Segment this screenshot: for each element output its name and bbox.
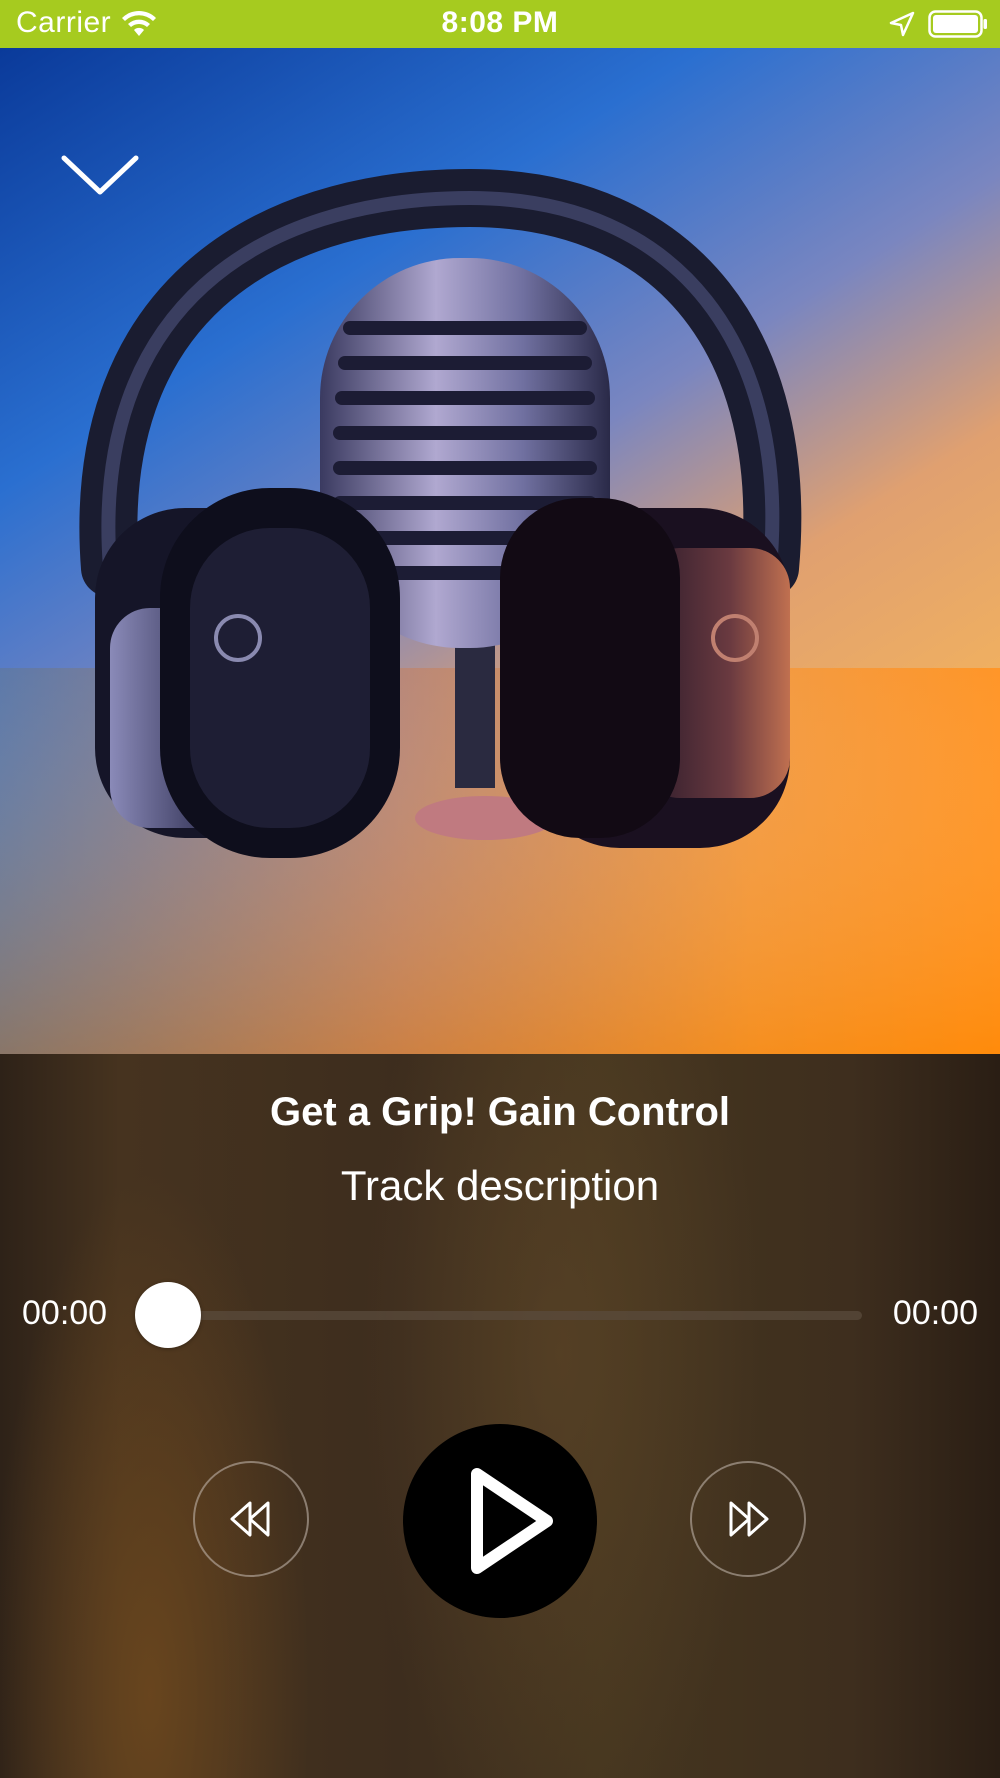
play-button[interactable]: [403, 1424, 597, 1618]
headphones-microphone-artwork: [0, 48, 1000, 1054]
chevron-down-icon[interactable]: [56, 144, 144, 208]
status-time: 8:08 PM: [441, 6, 559, 39]
elapsed-time: 00:00: [22, 1294, 108, 1332]
track-description: Track description: [340, 1162, 660, 1209]
album-artwork: [0, 48, 1000, 1054]
rewind-button[interactable]: [193, 1461, 309, 1577]
status-bar: Carrier 8:08 PM: [0, 0, 1000, 48]
progress-slider[interactable]: [168, 1311, 862, 1320]
progress-thumb[interactable]: [135, 1282, 201, 1348]
play-icon: [471, 1468, 553, 1574]
fast-forward-button[interactable]: [690, 1461, 806, 1577]
fast-forward-icon: [729, 1501, 769, 1537]
rewind-icon: [230, 1501, 270, 1537]
location-arrow-icon: [889, 11, 915, 37]
total-time: 00:00: [892, 1294, 978, 1332]
battery-icon: [928, 10, 987, 38]
track-title: Get a Grip! Gain Control: [269, 1090, 731, 1134]
